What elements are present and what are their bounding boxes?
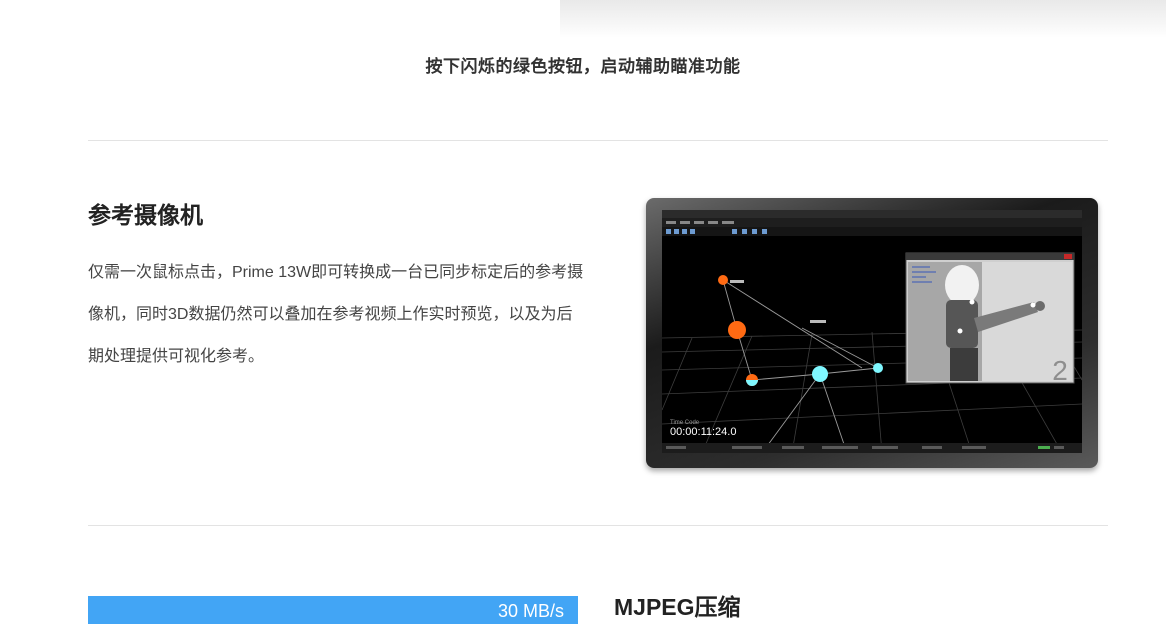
toolbar <box>662 227 1082 236</box>
section-divider <box>88 525 1108 526</box>
timecode-value: 00:00:11:24.0 <box>670 426 736 438</box>
section-divider <box>88 140 1108 141</box>
bandwidth-bar: 30 MB/s <box>88 596 578 624</box>
top-decorative-strip <box>560 0 1166 38</box>
marker-half-cyan <box>746 380 758 386</box>
marker-orange-large <box>728 321 746 339</box>
aim-assist-caption: 按下闪烁的绿色按钮，启动辅助瞄准功能 <box>425 57 741 76</box>
motive-software-screenshot: 2 Time Code 00:00:11:24.0 <box>662 210 1082 453</box>
reference-video-panel: 2 <box>905 252 1075 386</box>
close-icon <box>1064 254 1072 259</box>
mjpeg-title: MJPEG压缩 <box>614 594 741 620</box>
camera-number: 2 <box>1052 355 1068 386</box>
marker-cyan-large <box>812 366 828 382</box>
marker-cyan-small <box>873 363 883 373</box>
monitor-image: 2 Time Code 00:00:11:24.0 <box>646 198 1098 468</box>
bandwidth-bar-label: 30 MB/s <box>497 601 564 621</box>
reference-camera-title: 参考摄像机 <box>88 202 203 228</box>
marker-orange-small <box>718 275 728 285</box>
reference-camera-description: 仅需一次鼠标点击，Prime 13W即可转换成一台已同步标定后的参考摄像机，同时… <box>88 264 584 365</box>
window-titlebar <box>662 210 1082 218</box>
skeleton-lines <box>722 279 879 453</box>
